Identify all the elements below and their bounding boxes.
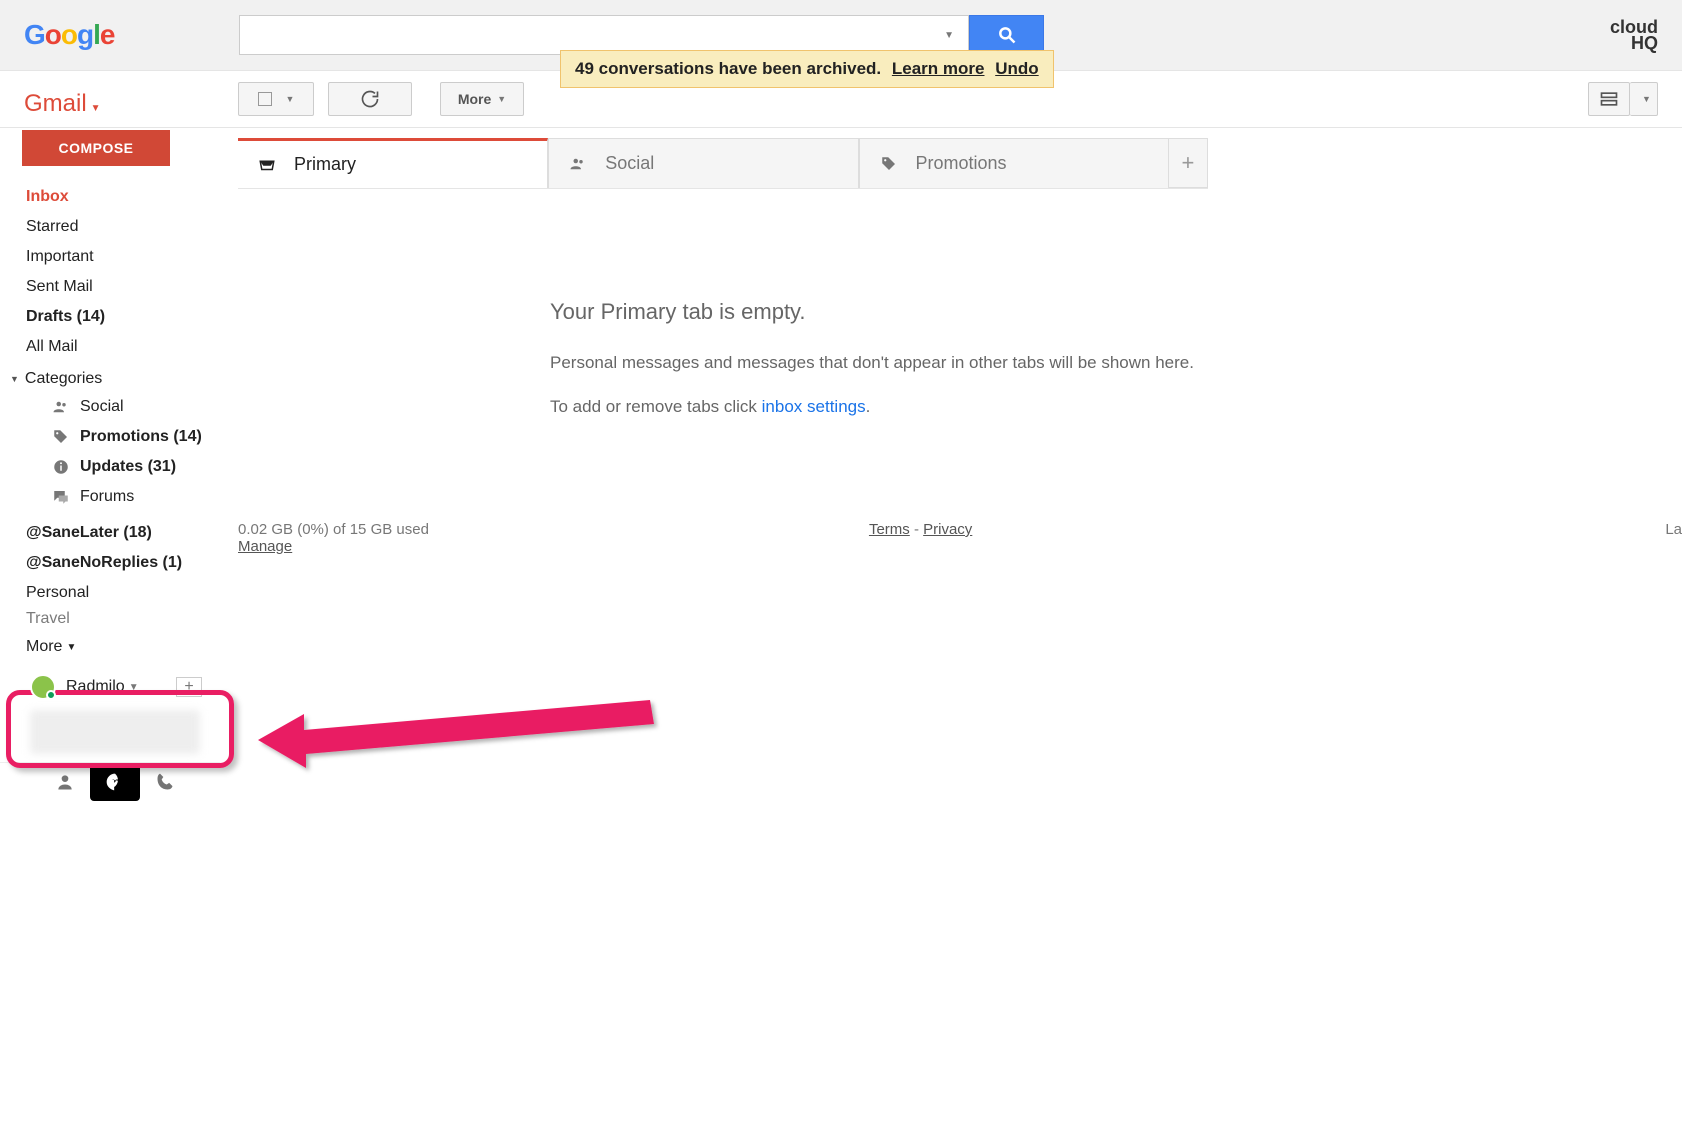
inbox-icon (258, 156, 276, 174)
more-label: More (458, 91, 491, 107)
sidebar-item-sent[interactable]: Sent Mail (0, 272, 220, 302)
cloudhq-logo: cloud HQ (1610, 19, 1658, 51)
sidebar: Gmail▼ COMPOSE Inbox Starred Important S… (0, 128, 220, 801)
gmail-dropdown[interactable]: Gmail▼ (0, 90, 220, 118)
tag-icon (52, 428, 70, 446)
chevron-down-icon: ▼ (497, 94, 506, 104)
search-icon (997, 25, 1017, 45)
manage-storage-link[interactable]: Manage (238, 538, 292, 555)
sidebar-item-forums[interactable]: Forums (26, 482, 220, 512)
sidebar-item-personal[interactable]: Personal (0, 578, 220, 608)
tab-social[interactable]: Social (548, 138, 858, 188)
archive-notification: 49 conversations have been archived. Lea… (560, 50, 1054, 88)
sidebar-item-drafts[interactable]: Drafts (14) (0, 302, 220, 332)
search-input[interactable] (248, 25, 938, 45)
tab-primary[interactable]: Primary (238, 138, 548, 188)
hangouts-self-row[interactable]: Radmilo ▼ + (0, 664, 220, 706)
footer: 0.02 GB (0%) of 15 GB used Manage Terms … (238, 441, 1682, 555)
select-all-button[interactable]: ▼ (238, 82, 314, 116)
display-density-caret[interactable]: ▼ (1630, 82, 1658, 116)
hangouts-calls-tab[interactable] (140, 763, 190, 801)
new-conversation-button[interactable]: + (176, 677, 202, 697)
presence-dot-icon (46, 690, 56, 700)
sidebar-item-social[interactable]: Social (26, 392, 220, 422)
sidebar-item-sanelater[interactable]: @SaneLater (18) (0, 518, 220, 548)
compose-button[interactable]: COMPOSE (22, 130, 170, 166)
hangouts-contact-blurred (30, 710, 200, 754)
sidebar-item-allmail[interactable]: All Mail (0, 332, 220, 362)
empty-title: Your Primary tab is empty. (550, 299, 1682, 325)
tag-icon (880, 155, 898, 173)
refresh-button[interactable] (328, 82, 412, 116)
category-tabs: Primary Social Promotions + (238, 138, 1208, 189)
chevron-down-icon: ▼ (1642, 94, 1651, 104)
sidebar-item-important[interactable]: Important (0, 242, 220, 272)
sidebar-item-updates[interactable]: Updates (31) (26, 452, 220, 482)
sidebar-item-promotions[interactable]: Promotions (14) (26, 422, 220, 452)
terms-link[interactable]: Terms (869, 521, 910, 538)
chevron-down-icon: ▼ (129, 682, 139, 693)
sidebar-item-inbox[interactable]: Inbox (0, 182, 220, 212)
add-tab-button[interactable]: + (1169, 138, 1208, 188)
chevron-down-icon: ▼ (91, 103, 101, 114)
empty-body-1: Personal messages and messages that don'… (550, 353, 1682, 373)
notification-message: 49 conversations have been archived. (575, 59, 881, 78)
people-icon (52, 398, 70, 416)
search-box[interactable]: ▼ (239, 15, 969, 55)
inbox-settings-link[interactable]: inbox settings (762, 397, 866, 416)
triangle-down-icon: ▼ (10, 374, 19, 384)
phone-icon (155, 772, 175, 792)
person-icon (55, 772, 75, 792)
tab-promotions[interactable]: Promotions (859, 138, 1169, 188)
forums-icon (52, 488, 70, 506)
google-logo[interactable]: Google (24, 19, 144, 51)
search-options-caret[interactable]: ▼ (938, 30, 960, 41)
sidebar-item-sanenoreplies[interactable]: @SaneNoReplies (1) (0, 548, 220, 578)
learn-more-link[interactable]: Learn more (892, 59, 985, 78)
hangouts-icon (105, 772, 125, 792)
people-icon (569, 155, 587, 173)
info-icon (52, 458, 70, 476)
refresh-icon (360, 89, 380, 109)
chevron-down-icon: ▼ (286, 94, 295, 104)
main-content: Primary Social Promotions + Your Primary… (220, 128, 1682, 801)
split-view-icon (1599, 89, 1619, 109)
chevron-down-icon: ▼ (66, 642, 76, 653)
checkbox-icon (258, 92, 272, 106)
sidebar-categories-group[interactable]: ▼ Categories (0, 362, 220, 392)
display-density-button[interactable] (1588, 82, 1630, 116)
privacy-link[interactable]: Privacy (923, 521, 972, 538)
undo-link[interactable]: Undo (995, 59, 1038, 78)
empty-state: Your Primary tab is empty. Personal mess… (238, 189, 1682, 417)
more-actions-button[interactable]: More ▼ (440, 82, 524, 116)
sidebar-more-toggle[interactable]: More ▼ (0, 630, 220, 664)
avatar (30, 674, 56, 700)
hangouts-chats-tab[interactable] (90, 763, 140, 801)
sidebar-item-starred[interactable]: Starred (0, 212, 220, 242)
last-activity: La (1665, 521, 1682, 555)
empty-body-2: To add or remove tabs click inbox settin… (550, 397, 1682, 417)
search-button[interactable] (969, 15, 1044, 55)
storage-text: 0.02 GB (0%) of 15 GB used (238, 521, 429, 538)
hangouts-tabs (0, 762, 220, 801)
hangouts-contacts-tab[interactable] (40, 763, 90, 801)
sidebar-item-travel[interactable]: Travel (0, 608, 220, 630)
